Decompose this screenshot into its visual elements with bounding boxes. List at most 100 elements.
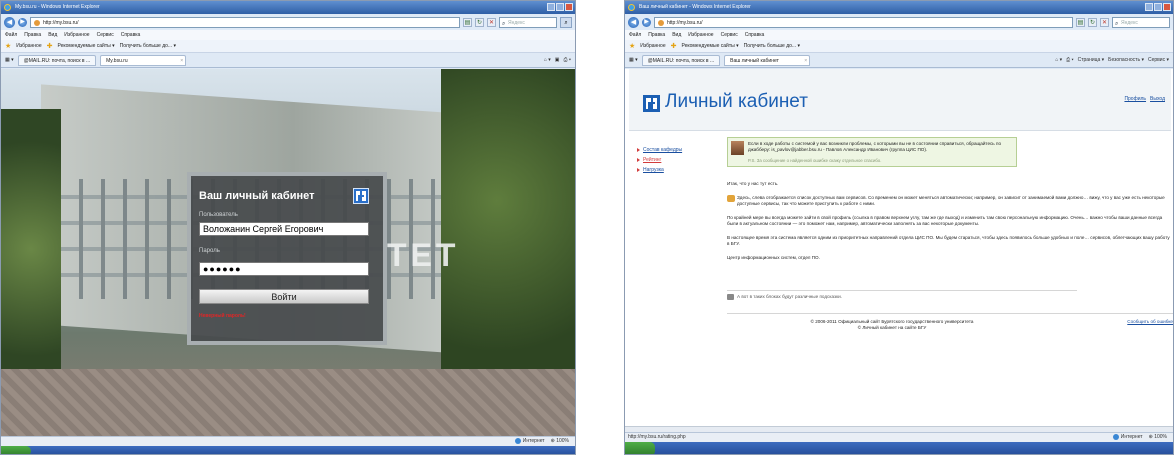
quick-tabs-icon[interactable]: ▦ ▾ (629, 57, 638, 63)
notice-text: Если в ходе работы с системой у вас возн… (748, 141, 1002, 152)
command-bar: ⌂ ▾ ⎙ ▾ Страница ▾ Безопасность ▾ Сервис… (1055, 55, 1169, 65)
favorites-item[interactable]: Рекомендуемые сайты ▾ (58, 43, 115, 49)
maximize-button[interactable] (556, 3, 564, 11)
search-go-button[interactable]: ⌕ (560, 16, 572, 28)
username-field[interactable]: Воложанин Сергей Егорович (199, 222, 369, 236)
menu-favorites[interactable]: Избранное (688, 30, 713, 40)
menu-edit[interactable]: Правка (648, 30, 665, 40)
favorites-star-icon[interactable]: ★ (629, 42, 635, 50)
menu-page[interactable]: Страница ▾ (1078, 55, 1105, 65)
menu-security[interactable]: Безопасность ▾ (1108, 55, 1144, 65)
compat-view-button[interactable]: ▤ (463, 17, 472, 27)
password-label: Пароль (199, 248, 220, 254)
pointing-hand-icon (727, 195, 735, 202)
menu-edit[interactable]: Правка (24, 30, 41, 40)
building-sign-text: ТЕТ (387, 237, 460, 273)
home-icon[interactable]: ⌂ ▾ (544, 55, 551, 65)
sidebar: Состав кафедры Рейтинг Нагрузка (637, 147, 682, 177)
menu-file[interactable]: Файл (629, 30, 641, 40)
favorites-star-icon[interactable]: ★ (5, 42, 11, 50)
report-error-link[interactable]: Сообщить об ошибке (1127, 319, 1173, 324)
tab-close-icon[interactable]: × (180, 56, 183, 66)
favorites-label[interactable]: Избранное (640, 43, 665, 49)
minimize-button[interactable] (1145, 3, 1153, 11)
back-button[interactable]: ◀ (628, 16, 639, 28)
logout-link[interactable]: Выход (1150, 96, 1165, 102)
favorites-item[interactable]: Получить больше до... ▾ (120, 43, 176, 49)
sidebar-item-staff[interactable]: Состав кафедры (637, 147, 682, 153)
body-paragraph: По крайней мере вы всегда можете зайти в… (727, 215, 1163, 226)
favorites-item[interactable]: Получить больше до... ▾ (744, 43, 800, 49)
refresh-button[interactable]: ↻ (475, 17, 484, 27)
tab-label: My.bsu.ru (106, 57, 128, 64)
hint-icon (727, 294, 734, 300)
feeds-icon[interactable]: ▣ (555, 55, 560, 65)
print-icon[interactable]: ⎙ ▾ (1066, 55, 1074, 65)
menu-view[interactable]: Вид (48, 30, 57, 40)
window-title: My.bsu.ru - Windows Internet Explorer (15, 4, 100, 10)
maximize-button[interactable] (1154, 3, 1162, 11)
address-bar[interactable]: http://my.bsu.ru/ (30, 16, 460, 28)
bsu-logo-icon (643, 95, 660, 112)
menu-favorites[interactable]: Избранное (64, 30, 89, 40)
minimize-button[interactable] (547, 3, 555, 11)
add-favorite-icon[interactable]: ✚ (671, 42, 677, 50)
close-button[interactable] (1163, 3, 1171, 11)
password-field[interactable]: ●●●●●● (199, 262, 369, 276)
menu-bar: Файл Правка Вид Избранное Сервис Справка (1, 30, 575, 40)
search-provider-icon: ⌕ (502, 20, 506, 27)
refresh-button[interactable]: ↻ (1088, 17, 1097, 27)
favorites-label[interactable]: Избранное (16, 43, 41, 49)
compat-view-button[interactable]: ▤ (1076, 17, 1085, 27)
menu-view[interactable]: Вид (672, 30, 681, 40)
tab-label: Ваш личный кабинет (730, 57, 779, 64)
login-title: Ваш личный кабинет (199, 190, 315, 202)
menu-file[interactable]: Файл (5, 30, 17, 40)
favorites-bar: ★ Избранное ✚ Рекомендуемые сайты ▾ Полу… (1, 40, 575, 53)
internet-zone-icon (515, 437, 522, 444)
search-placeholder: Яндекс (508, 19, 525, 26)
tab-close-icon[interactable]: × (804, 56, 807, 66)
search-input[interactable]: ⌕ Яндекс (499, 16, 557, 28)
window-titlebar: Ваш личный кабинет - Windows Internet Ex… (625, 1, 1173, 14)
tab-my-bsu[interactable]: My.bsu.ru × (100, 54, 187, 66)
start-button[interactable] (625, 442, 655, 454)
tab-cabinet[interactable]: Ваш личный кабинет × (724, 54, 811, 66)
ie-logo-icon (4, 4, 11, 11)
sidebar-item-workload[interactable]: Нагрузка (637, 167, 682, 173)
stop-button[interactable]: ✕ (487, 17, 496, 27)
status-url: http://my.bsu.ru/rating.php (628, 434, 686, 440)
tab-mail[interactable]: @MAIL.RU: почта, поиск в ... (17, 54, 97, 66)
page-title: Личный кабинет (665, 91, 808, 112)
search-input[interactable]: ⌕ Яндекс (1112, 16, 1170, 28)
stop-button[interactable]: ✕ (1100, 17, 1109, 27)
add-favorite-icon[interactable]: ✚ (47, 42, 53, 50)
zoom-level[interactable]: ⊕ 100% (551, 437, 569, 446)
home-icon[interactable]: ⌂ ▾ (1055, 55, 1062, 65)
close-button[interactable] (565, 3, 573, 11)
tab-mail[interactable]: @MAIL.RU: почта, поиск в ... (641, 54, 721, 66)
address-row: ◀ ▶ http://my.bsu.ru/ ▤ ↻ ✕ ⌕ Яндекс ⌕ (1, 14, 575, 30)
menu-help[interactable]: Справка (745, 30, 765, 40)
menu-help[interactable]: Справка (121, 30, 141, 40)
profile-link[interactable]: Профиль (1124, 96, 1146, 102)
favorites-item[interactable]: Рекомендуемые сайты ▾ (682, 43, 739, 49)
address-bar[interactable]: http://my.bsu.ru/ (654, 16, 1073, 28)
menu-service[interactable]: Сервис ▾ (1148, 55, 1169, 65)
cabinet-screenshot: Ваш личный кабинет - Windows Internet Ex… (624, 0, 1174, 455)
sidebar-item-rating[interactable]: Рейтинг (637, 157, 682, 163)
username-label: Пользователь (199, 212, 238, 218)
forward-button[interactable]: ▶ (642, 17, 651, 27)
page-footer: © 2006-2011 Официальный сайт Бурятского … (727, 313, 1173, 333)
menu-tools[interactable]: Сервис (97, 30, 114, 40)
zoom-level[interactable]: ⊕ 100% (1149, 433, 1167, 442)
login-button[interactable]: Войти (199, 289, 369, 304)
quick-tabs-icon[interactable]: ▦ ▾ (5, 57, 14, 63)
forward-button[interactable]: ▶ (18, 17, 27, 27)
menu-tools[interactable]: Сервис (721, 30, 738, 40)
start-button[interactable] (1, 446, 31, 454)
print-icon[interactable]: ⎙ ▾ (564, 55, 572, 65)
body-paragraph: Центр информационных систем, отдел ПО. (727, 255, 820, 260)
body-paragraph: Здесь, слева отображается список доступн… (727, 195, 1173, 207)
back-button[interactable]: ◀ (4, 16, 15, 28)
